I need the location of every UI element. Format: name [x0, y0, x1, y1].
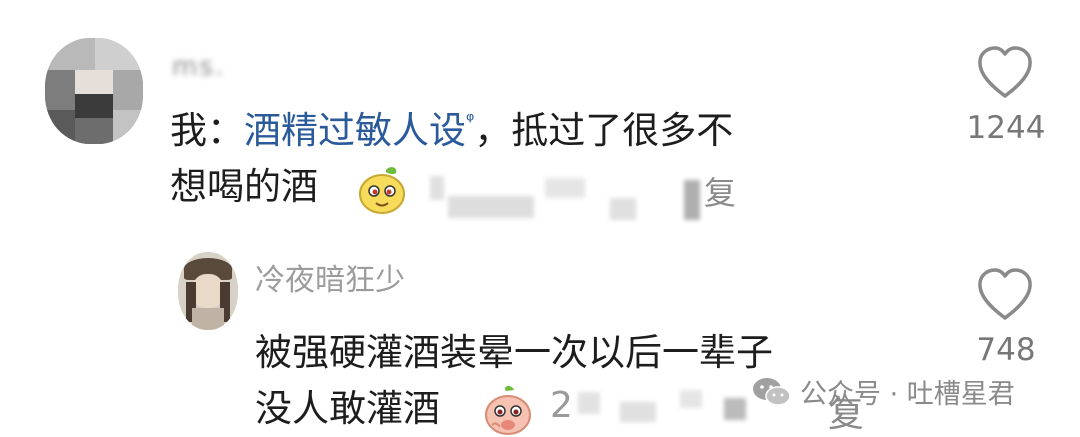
comment-text-line-2: 想喝的酒 [170, 160, 318, 214]
reply-time-blurred [578, 392, 600, 414]
watermark-text: 公众号 · 吐槽星君 [800, 379, 1015, 410]
comment-prefix: 我： [170, 109, 244, 152]
like-count-2: 748 [976, 332, 1036, 368]
reply-time-blurred-4 [724, 398, 746, 420]
reply-time-blurred-3 [680, 390, 702, 408]
reply-username[interactable]: 冷夜暗狂少 [255, 255, 405, 299]
like-heart-icon[interactable] [975, 44, 1035, 100]
comment-time-blurred-3 [545, 178, 585, 198]
reply-text-line-1: 被强硬灌酒装晕一次以后一辈子 [255, 331, 773, 374]
search-icon[interactable]: ᵠ [466, 108, 474, 132]
reply-time-blurred-2 [620, 402, 656, 422]
comment-time-blurred-2 [448, 196, 534, 218]
like-count: 1244 [966, 110, 1046, 146]
reply-button[interactable]: 复 [704, 168, 736, 214]
commenter-avatar[interactable] [45, 38, 143, 144]
reply-text-end: 没人敢灌酒 [255, 387, 440, 430]
reply-text-line-2: 没人敢灌酒 [255, 382, 440, 436]
comment-text-rest: ，抵过了很多不 [474, 109, 734, 152]
comment-time-blurred-4 [610, 198, 636, 220]
reply-label-blurred [684, 180, 700, 220]
watermark: 公众号 · 吐槽星君 [752, 372, 1015, 411]
comment-time-blurred [430, 176, 444, 200]
comment-text-end: 想喝的酒 [170, 165, 318, 208]
wechat-icon [753, 377, 791, 406]
commenter-username[interactable]: ms. [172, 52, 225, 82]
peach-emoji-icon [485, 385, 531, 435]
comment-text-line-1: 我：酒精过敏人设ᵠ，抵过了很多不 [170, 104, 733, 163]
like-heart-icon-2[interactable] [975, 266, 1035, 322]
reply-time-start: 2 [550, 385, 573, 426]
lemon-emoji-icon [359, 167, 405, 214]
topic-link[interactable]: 酒精过敏人设 [244, 109, 466, 152]
reply-avatar[interactable] [178, 252, 238, 330]
